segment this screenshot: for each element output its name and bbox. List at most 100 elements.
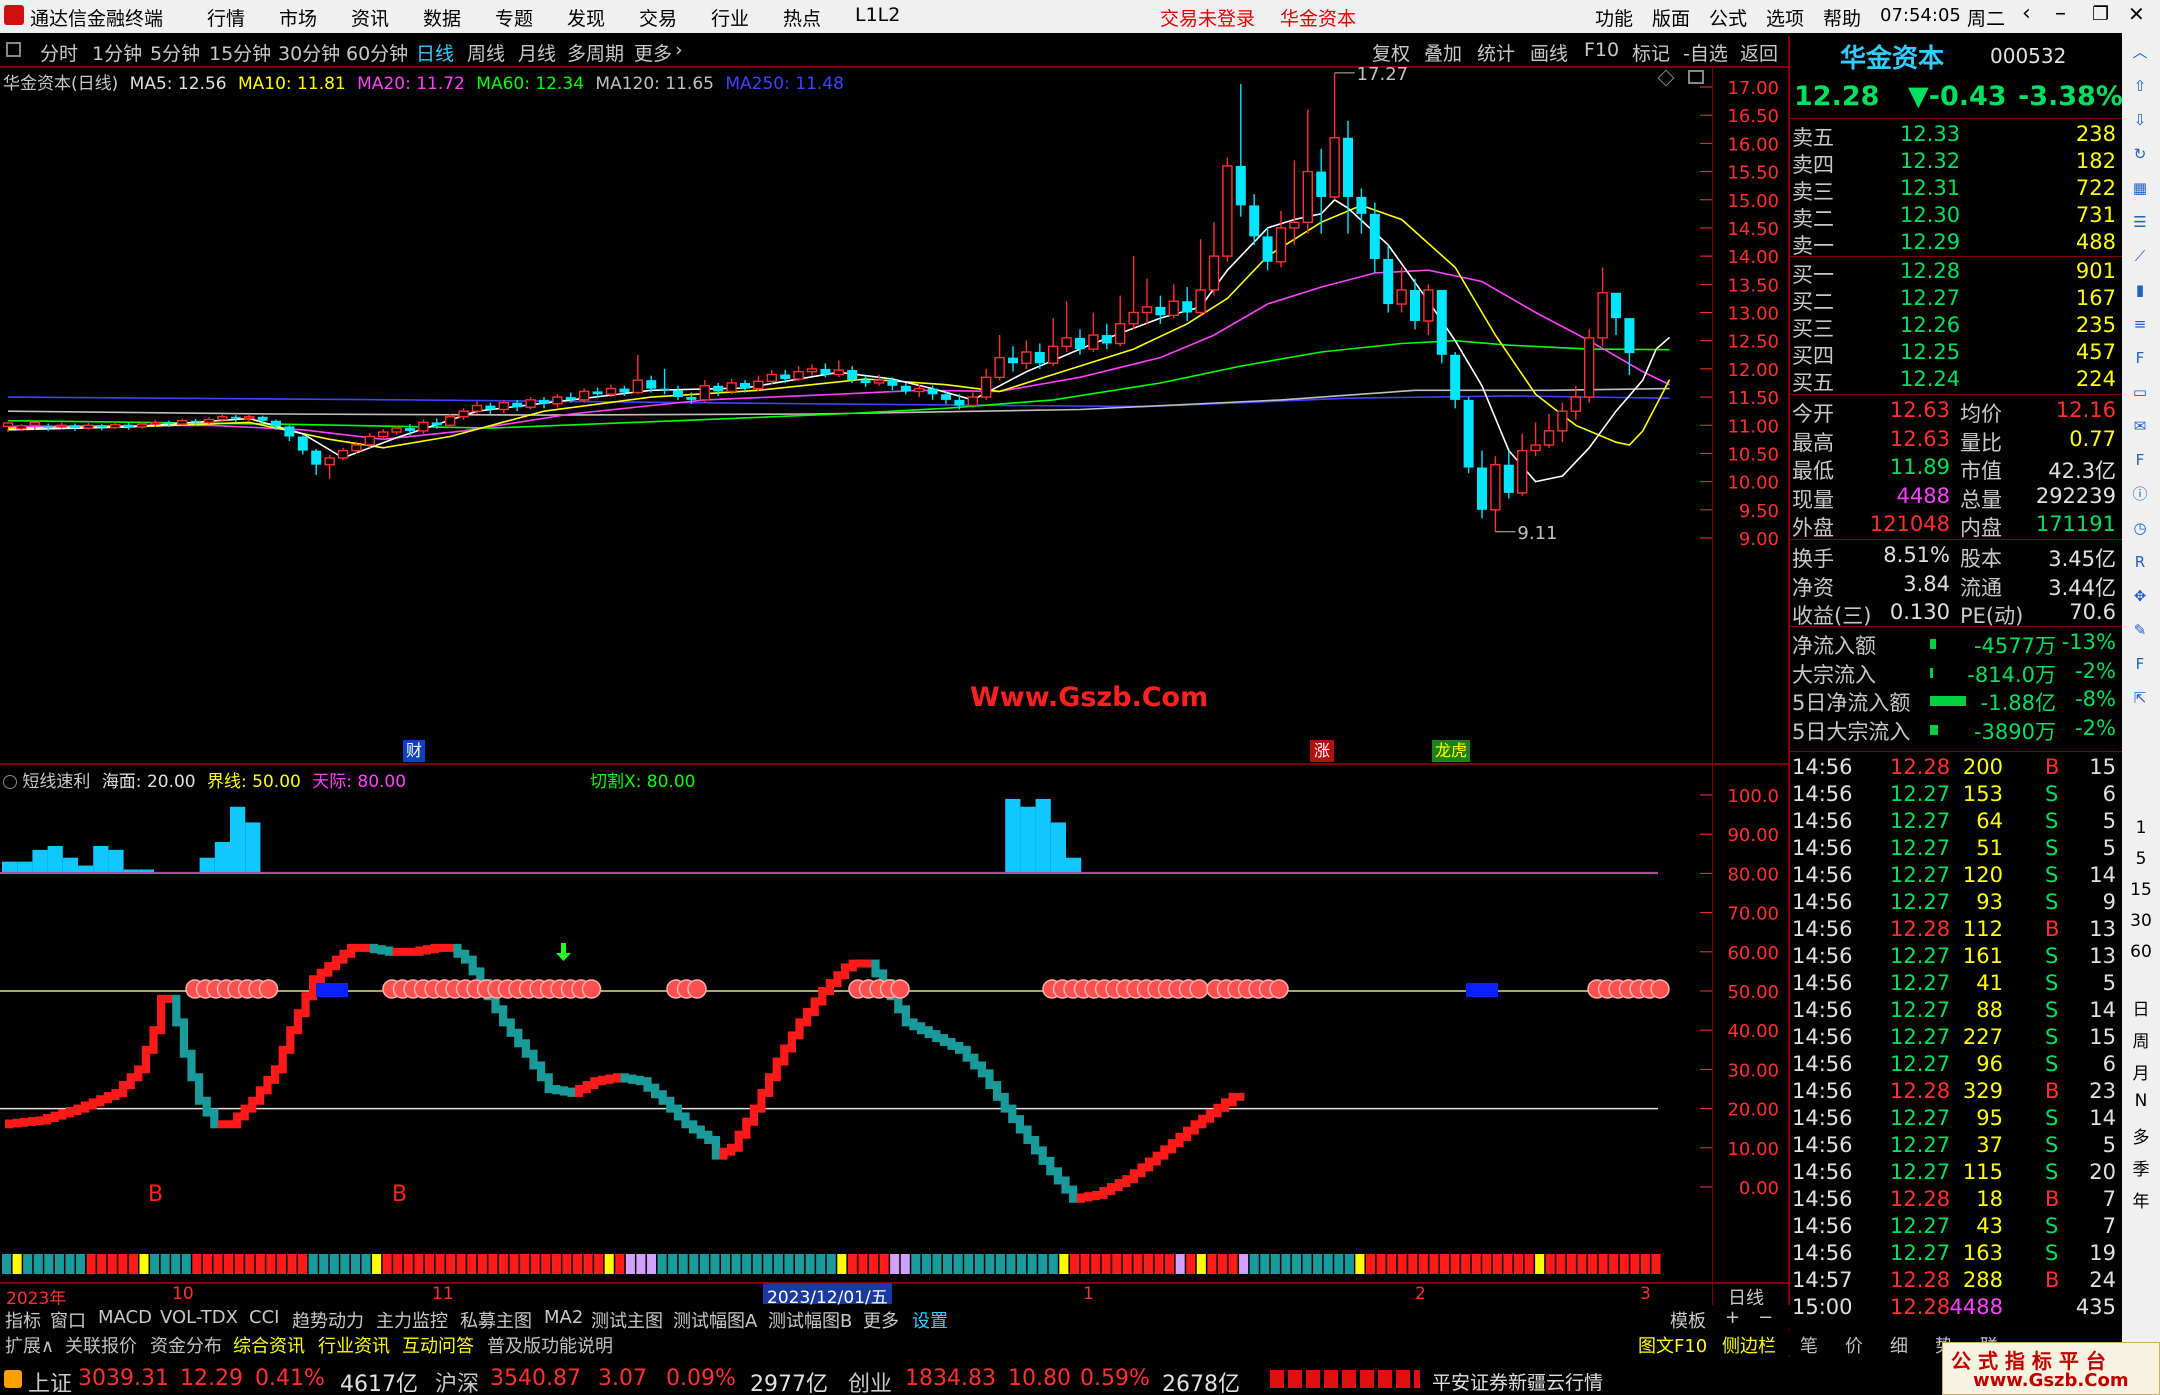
tab-macd[interactable]: MACD [98, 1307, 152, 1328]
period-5min[interactable]: 5分钟 [150, 39, 200, 66]
finance-marker[interactable]: 财 [403, 740, 425, 762]
fs-icon[interactable]: F [2127, 651, 2153, 677]
sidebar-period-num[interactable]: 30 [2122, 911, 2160, 931]
tool-huaxian[interactable]: 画线 [1530, 39, 1568, 66]
tab-guanlian[interactable]: 关联报价 [65, 1332, 137, 1358]
list-icon[interactable]: ☰ [2127, 209, 2153, 235]
rsi-icon[interactable]: R [2127, 549, 2153, 575]
menu-item-redian[interactable]: 热点 [783, 4, 821, 31]
period-monthly[interactable]: 月线 [518, 39, 556, 66]
clock-icon[interactable]: ◷ [2127, 515, 2153, 541]
tab-hangye[interactable]: 行业资讯 [318, 1332, 390, 1358]
tab-puji[interactable]: 普及版功能说明 [487, 1332, 613, 1358]
sidebar-period-label[interactable]: 季 [2122, 1155, 2160, 1180]
menu-item-hangye[interactable]: 行业 [711, 4, 749, 31]
export-icon[interactable]: ⇱ [2127, 685, 2153, 711]
login-alert[interactable]: 交易未登录 [1160, 4, 1255, 31]
tool-tongji[interactable]: 统计 [1477, 39, 1515, 66]
sidebar-period-num[interactable]: 15 [2122, 880, 2160, 900]
grid-icon[interactable]: ▦ [2127, 175, 2153, 201]
main-candle-chart[interactable]: 17.00 16.50 16.00 15.50 15.00 14.50 14.00 13.50… [0, 66, 1790, 763]
sidebar-period-label[interactable]: 日 [2122, 995, 2160, 1020]
move-icon[interactable]: ✥ [2127, 583, 2153, 609]
period-15min[interactable]: 15分钟 [209, 39, 271, 66]
menu-item-shuju[interactable]: 数据 [423, 4, 461, 31]
tool-biaoji[interactable]: 标记 [1632, 39, 1670, 66]
tab-ma2[interactable]: MA2 [544, 1307, 583, 1328]
info-icon[interactable]: ⓘ [2127, 481, 2153, 507]
tab-remove[interactable]: − [1758, 1307, 1773, 1328]
period-multi[interactable]: 多周期 [567, 39, 624, 66]
close-icon[interactable]: ✕ [2128, 2, 2145, 26]
sidebar-period-label[interactable]: 年 [2122, 1187, 2160, 1212]
signal-strip-cell [1387, 1254, 1397, 1274]
sidebar-period-num[interactable]: 1 [2122, 818, 2160, 838]
tab-zonghe[interactable]: 综合资讯 [233, 1332, 305, 1358]
window-toggle-icon[interactable] [1688, 70, 1704, 84]
menu-item-zhuanti[interactable]: 专题 [495, 4, 533, 31]
menu-item-faxian[interactable]: 发现 [567, 4, 605, 31]
detail-icon[interactable]: ≡ [2127, 311, 2153, 337]
tool-zixuan[interactable]: -自选 [1683, 39, 1728, 66]
tick-volume: 163 [1962, 1241, 2003, 1265]
limit-up-marker[interactable]: 涨 [1310, 740, 1334, 762]
book-icon[interactable]: ✉ [2127, 413, 2153, 439]
tool-f10[interactable]: F10 [1584, 39, 1619, 61]
chevron-up-icon[interactable]: ︿ [2127, 39, 2153, 65]
menu-item-gongneng[interactable]: 功能 [1595, 4, 1633, 31]
tab-zijin[interactable]: 资金分布 [150, 1332, 222, 1358]
tool-fanhui[interactable]: 返回 [1740, 39, 1778, 66]
edit-icon[interactable]: ✎ [2127, 617, 2153, 643]
tab-vol-tdx[interactable]: VOL-TDX [160, 1307, 238, 1328]
period-fenshi[interactable]: 分时 [40, 39, 78, 66]
arrow-up-icon[interactable]: ⇧ [2127, 73, 2153, 99]
collapse-icon[interactable] [6, 42, 21, 57]
chart-icon[interactable]: ▭ [2127, 379, 2153, 405]
tool-fuquan[interactable]: 复权 [1372, 39, 1410, 66]
arrow-down-icon[interactable]: ⇩ [2127, 107, 2153, 133]
tool-diejia[interactable]: 叠加 [1424, 39, 1462, 66]
menu-item-jiaoyi[interactable]: 交易 [639, 4, 677, 31]
sidebar-period-label[interactable]: 多 [2122, 1123, 2160, 1148]
menu-item-bangzhu[interactable]: 帮助 [1823, 4, 1861, 31]
tab-hudong[interactable]: 互动问答 [402, 1332, 474, 1358]
indicator-toggle-icon[interactable] [3, 775, 17, 789]
menu-item-gongshi[interactable]: 公式 [1709, 4, 1747, 31]
tab-f10[interactable]: 图文F10 [1638, 1332, 1707, 1358]
index-name: 创业 [848, 1372, 893, 1395]
period-more[interactable]: 更多 [634, 39, 672, 66]
sidebar-period-num[interactable]: 5 [2122, 849, 2160, 869]
menu-item-hangqing[interactable]: 行情 [207, 4, 245, 31]
sidebar-period-num[interactable]: 60 [2122, 942, 2160, 962]
period-weekly[interactable]: 周线 [467, 39, 505, 66]
f2-icon[interactable]: F [2127, 447, 2153, 473]
period-30min[interactable]: 30分钟 [278, 39, 340, 66]
period-60min[interactable]: 60分钟 [346, 39, 408, 66]
indicator-chart[interactable]: 100.0 90.00 80.00 70.00 60.00 50.00 40.00 30.00… [0, 765, 1790, 1282]
tick-side: S [2045, 998, 2059, 1022]
tab-kuozhan[interactable]: 扩展∧ [5, 1332, 54, 1358]
restore-icon[interactable]: ❐ [2092, 3, 2109, 25]
menu-item-shichang[interactable]: 市场 [279, 4, 317, 31]
longhu-marker[interactable]: 龙虎 [1432, 740, 1470, 762]
candle-icon[interactable]: ▮ [2127, 277, 2153, 303]
sidebar-period-label[interactable]: N [2122, 1091, 2160, 1111]
trend-icon[interactable]: ⟋ [2127, 243, 2153, 269]
status-menu-icon[interactable] [4, 1370, 22, 1388]
period-1min[interactable]: 1分钟 [92, 39, 142, 66]
period-daily[interactable]: 日线 [416, 39, 454, 66]
menu-item-xuanxiang[interactable]: 选项 [1766, 4, 1804, 31]
refresh-icon[interactable]: ↻ [2127, 141, 2153, 167]
tab-add[interactable]: + [1725, 1307, 1740, 1328]
menu-item-banmian[interactable]: 版面 [1652, 4, 1690, 31]
signal-strip-cell [1355, 1254, 1365, 1274]
f10-icon[interactable]: F [2127, 345, 2153, 371]
sidebar-period-label[interactable]: 周 [2122, 1027, 2160, 1052]
menu-item-zixun[interactable]: 资讯 [351, 4, 389, 31]
sidebar-period-label[interactable]: 月 [2122, 1059, 2160, 1084]
back-arrow-icon[interactable]: ‹ [2022, 1, 2031, 26]
tab-cci[interactable]: CCI [249, 1307, 279, 1328]
server-name[interactable]: 平安证券新疆云行情 [1432, 1368, 1603, 1395]
minimize-icon[interactable]: – [2055, 1, 2066, 26]
menu-item-l1l2[interactable]: L1L2 [855, 4, 900, 26]
